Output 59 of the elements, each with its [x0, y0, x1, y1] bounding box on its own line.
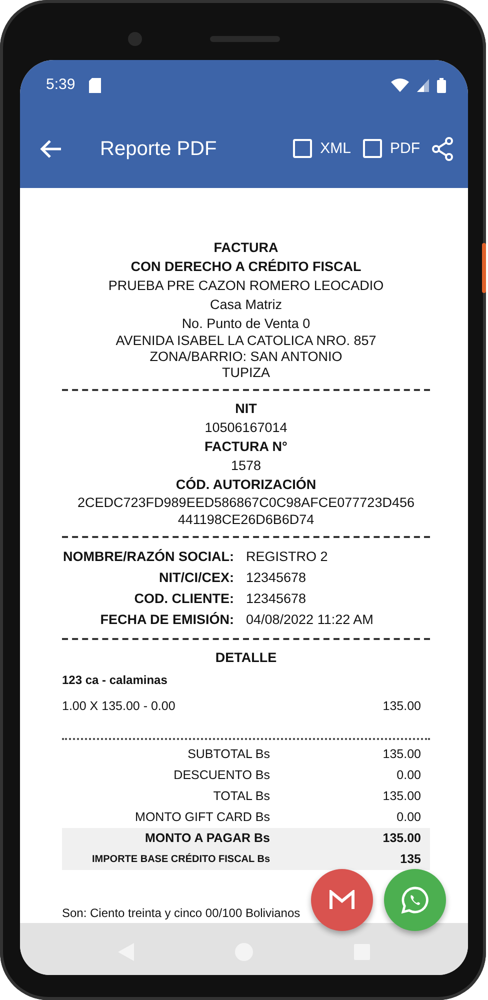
total-label: IMPORTE BASE CRÉDITO FISCAL Bs	[91, 852, 271, 867]
header-line: CON DERECHO A CRÉDITO FISCAL	[130, 258, 362, 276]
field-label: NIT/CI/CEX:	[158, 569, 235, 587]
whatsapp-button[interactable]	[384, 869, 446, 931]
checkbox[interactable]	[363, 139, 382, 158]
header-line: Casa Matriz	[208, 296, 283, 314]
battery-icon	[437, 78, 446, 92]
speaker-grille	[210, 36, 280, 42]
field-label: COD. CLIENTE:	[133, 590, 235, 608]
header-line: TUPIZA	[220, 365, 271, 381]
item-amount: 135.00	[382, 698, 422, 715]
camera-lens	[128, 32, 142, 46]
share-button[interactable]	[432, 136, 454, 162]
field-value: 10506167014	[204, 419, 288, 437]
field-label: NOMBRE/RAZÓN SOCIAL:	[62, 548, 235, 566]
total-value: 0.00	[396, 767, 422, 784]
total-label: MONTO GIFT CARD Bs	[134, 809, 271, 826]
total-value: 135.00	[382, 788, 422, 805]
checkbox-label: XML	[320, 138, 351, 159]
total-value: 0.00	[396, 809, 422, 826]
chat-phone-icon	[400, 885, 430, 915]
total-value: 135	[399, 851, 422, 868]
total-label: TOTAL Bs	[212, 788, 271, 805]
checkbox-label: PDF	[390, 138, 420, 159]
total-value: 135.00	[382, 746, 422, 763]
header-line: FACTURA	[212, 239, 280, 257]
total-label: DESCUENTO Bs	[172, 767, 271, 784]
field-label: FECHA DE EMISIÓN:	[99, 611, 235, 629]
back-arrow-icon	[40, 140, 62, 158]
header-line: PRUEBA PRE CAZON ROMERO LEOCADIO	[107, 277, 385, 295]
header-line: AVENIDA ISABEL LA CATOLICA NRO. 857	[114, 333, 378, 349]
total-value: 135.00	[382, 830, 422, 847]
mail-icon	[329, 890, 355, 910]
share-icon	[432, 136, 454, 161]
item-quantity-line: 1.00 X 135.00 - 0.00	[62, 698, 176, 715]
header-line: No. Punto de Venta 0	[180, 315, 312, 333]
header-line: ZONA/BARRIO: SAN ANTONIO	[148, 349, 344, 365]
field-value: 441198CE26D6B6D74	[176, 511, 316, 528]
field-value: 12345678	[246, 590, 306, 608]
checkbox[interactable]	[293, 139, 312, 158]
item-name: 123 ca - calaminas	[62, 672, 168, 689]
email-button[interactable]	[311, 869, 373, 931]
field-label: FACTURA N°	[204, 438, 288, 456]
amount-in-words: Son: Ciento treinta y cinco 00/100 Bolivianos	[62, 905, 300, 922]
wifi-icon	[391, 78, 409, 92]
field-value: 1578	[230, 457, 262, 475]
field-label: NIT	[234, 400, 258, 418]
field-value: 12345678	[246, 569, 306, 587]
field-label: CÓD. AUTORIZACIÓN	[174, 476, 318, 494]
field-value: REGISTRO 2	[246, 548, 328, 566]
field-value: 2CEDC723FD989EED586867C0C98AFCE077723D456	[76, 494, 416, 511]
signal-icon	[417, 78, 429, 92]
sd-card-icon	[89, 78, 102, 92]
total-label: SUBTOTAL Bs	[186, 746, 271, 763]
screen-title: Reporte PDF	[100, 137, 217, 162]
status-time: 5:39	[46, 74, 76, 95]
section-title: DETALLE	[214, 649, 278, 667]
field-value: 04/08/2022 11:22 AM	[246, 611, 374, 629]
total-label: MONTO A PAGAR Bs	[144, 830, 271, 847]
